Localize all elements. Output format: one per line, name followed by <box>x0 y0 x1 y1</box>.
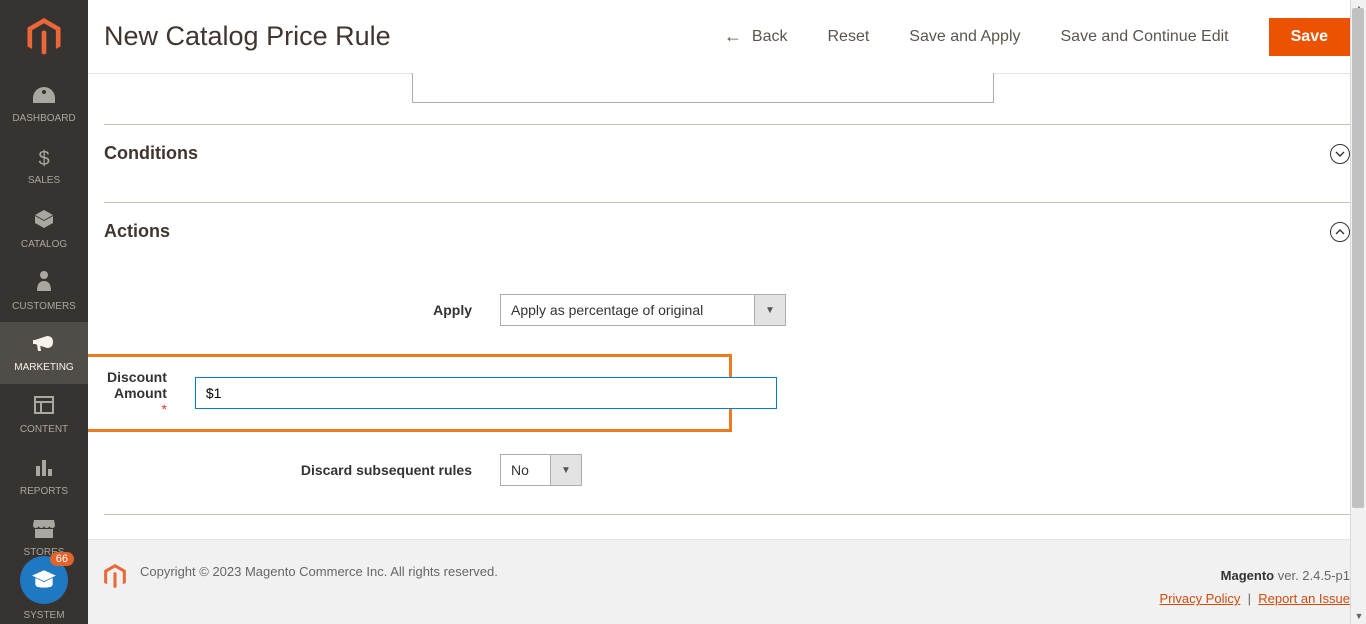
box-icon <box>34 209 54 235</box>
gauge-icon <box>33 86 55 109</box>
sidebar-item-reports[interactable]: REPORTS <box>0 446 88 508</box>
chevron-down-icon <box>1330 144 1350 164</box>
discard-label: Discard subsequent rules <box>104 462 500 478</box>
sidebar-item-marketing[interactable]: MARKETING <box>0 322 88 384</box>
section-title: Actions <box>104 221 170 242</box>
sidebar-label: SYSTEM <box>23 610 64 621</box>
help-bubble[interactable]: 66 <box>20 556 68 604</box>
apply-select-value: Apply as percentage of original <box>501 295 754 325</box>
divider <box>104 514 1350 515</box>
sidebar-label: CATALOG <box>21 239 67 250</box>
main-content: New Catalog Price Rule ← Back Reset Save… <box>88 0 1366 624</box>
section-actions-header[interactable]: Actions <box>104 203 1350 260</box>
partial-multiselect[interactable] <box>412 73 994 103</box>
form-row-discard: Discard subsequent rules No ▼ <box>104 454 1350 486</box>
content-area: Conditions Actions Apply Apply as percen… <box>88 74 1366 515</box>
sidebar-label: CONTENT <box>20 424 68 435</box>
form-row-discount: Discount Amount * <box>104 354 1350 432</box>
storefront-icon <box>33 520 55 543</box>
caret-down-icon: ▼ <box>754 295 785 325</box>
footer-right: Magento ver. 2.4.5-p1 Privacy Policy | R… <box>1159 564 1350 611</box>
page-header: New Catalog Price Rule ← Back Reset Save… <box>88 0 1366 74</box>
form-row-apply: Apply Apply as percentage of original ▼ <box>104 294 1350 326</box>
apply-label: Apply <box>104 302 500 318</box>
sidebar-label: REPORTS <box>20 486 68 497</box>
magento-logo[interactable] <box>0 0 88 74</box>
person-icon <box>37 271 51 297</box>
discount-label: Discount Amount * <box>107 369 195 417</box>
save-apply-button[interactable]: Save and Apply <box>909 28 1020 46</box>
scrollbar-thumb[interactable] <box>1352 8 1364 508</box>
reset-button[interactable]: Reset <box>828 28 870 46</box>
dollar-icon: $ <box>38 148 49 171</box>
page-footer: Copyright © 2023 Magento Commerce Inc. A… <box>88 539 1366 624</box>
admin-sidebar: DASHBOARD $ SALES CATALOG CUSTOMERS MARK… <box>0 0 88 624</box>
apply-select[interactable]: Apply as percentage of original ▼ <box>500 294 786 326</box>
sidebar-item-content[interactable]: CONTENT <box>0 384 88 446</box>
required-asterisk: * <box>161 401 166 417</box>
separator: | <box>1244 591 1258 606</box>
copyright-text: Copyright © 2023 Magento Commerce Inc. A… <box>140 564 1159 579</box>
back-button[interactable]: ← Back <box>724 26 788 47</box>
discard-select-value: No <box>501 455 550 485</box>
chevron-up-icon <box>1330 222 1350 242</box>
page-title: New Catalog Price Rule <box>104 21 724 52</box>
version-text: ver. 2.4.5-p1 <box>1274 568 1350 583</box>
sidebar-label: DASHBOARD <box>12 113 75 124</box>
privacy-policy-link[interactable]: Privacy Policy <box>1159 591 1240 606</box>
section-conditions-header[interactable]: Conditions <box>104 125 1350 182</box>
bars-icon <box>34 458 54 482</box>
layout-icon <box>34 396 54 420</box>
sidebar-item-sales[interactable]: $ SALES <box>0 136 88 198</box>
discard-select[interactable]: No ▼ <box>500 454 582 486</box>
graduation-cap-icon <box>31 567 57 593</box>
arrow-left-icon: ← <box>724 26 742 47</box>
caret-down-icon: ▼ <box>550 455 581 485</box>
magento-logo-icon <box>27 18 61 56</box>
magento-footer-logo-icon <box>104 564 126 594</box>
highlight-box: Discount Amount * <box>88 354 732 432</box>
sidebar-item-customers[interactable]: CUSTOMERS <box>0 260 88 322</box>
back-label: Back <box>752 28 788 46</box>
product-name: Magento <box>1221 568 1274 583</box>
section-title: Conditions <box>104 143 198 164</box>
discount-label-text: Discount Amount <box>107 369 167 401</box>
vertical-scrollbar[interactable]: ▲ ▼ <box>1350 0 1366 624</box>
report-issue-link[interactable]: Report an Issue <box>1258 591 1350 606</box>
discount-amount-input[interactable] <box>195 377 777 409</box>
header-actions: ← Back Reset Save and Apply Save and Con… <box>724 18 1350 56</box>
save-continue-button[interactable]: Save and Continue Edit <box>1061 28 1229 46</box>
sidebar-label: CUSTOMERS <box>12 301 76 312</box>
megaphone-icon <box>33 334 55 358</box>
sidebar-label: MARKETING <box>14 362 73 373</box>
scroll-down-icon[interactable]: ▼ <box>1351 608 1366 624</box>
sidebar-item-catalog[interactable]: CATALOG <box>0 198 88 260</box>
notification-badge: 66 <box>50 552 74 566</box>
save-button[interactable]: Save <box>1269 18 1350 56</box>
sidebar-item-dashboard[interactable]: DASHBOARD <box>0 74 88 136</box>
sidebar-label: SALES <box>28 175 60 186</box>
